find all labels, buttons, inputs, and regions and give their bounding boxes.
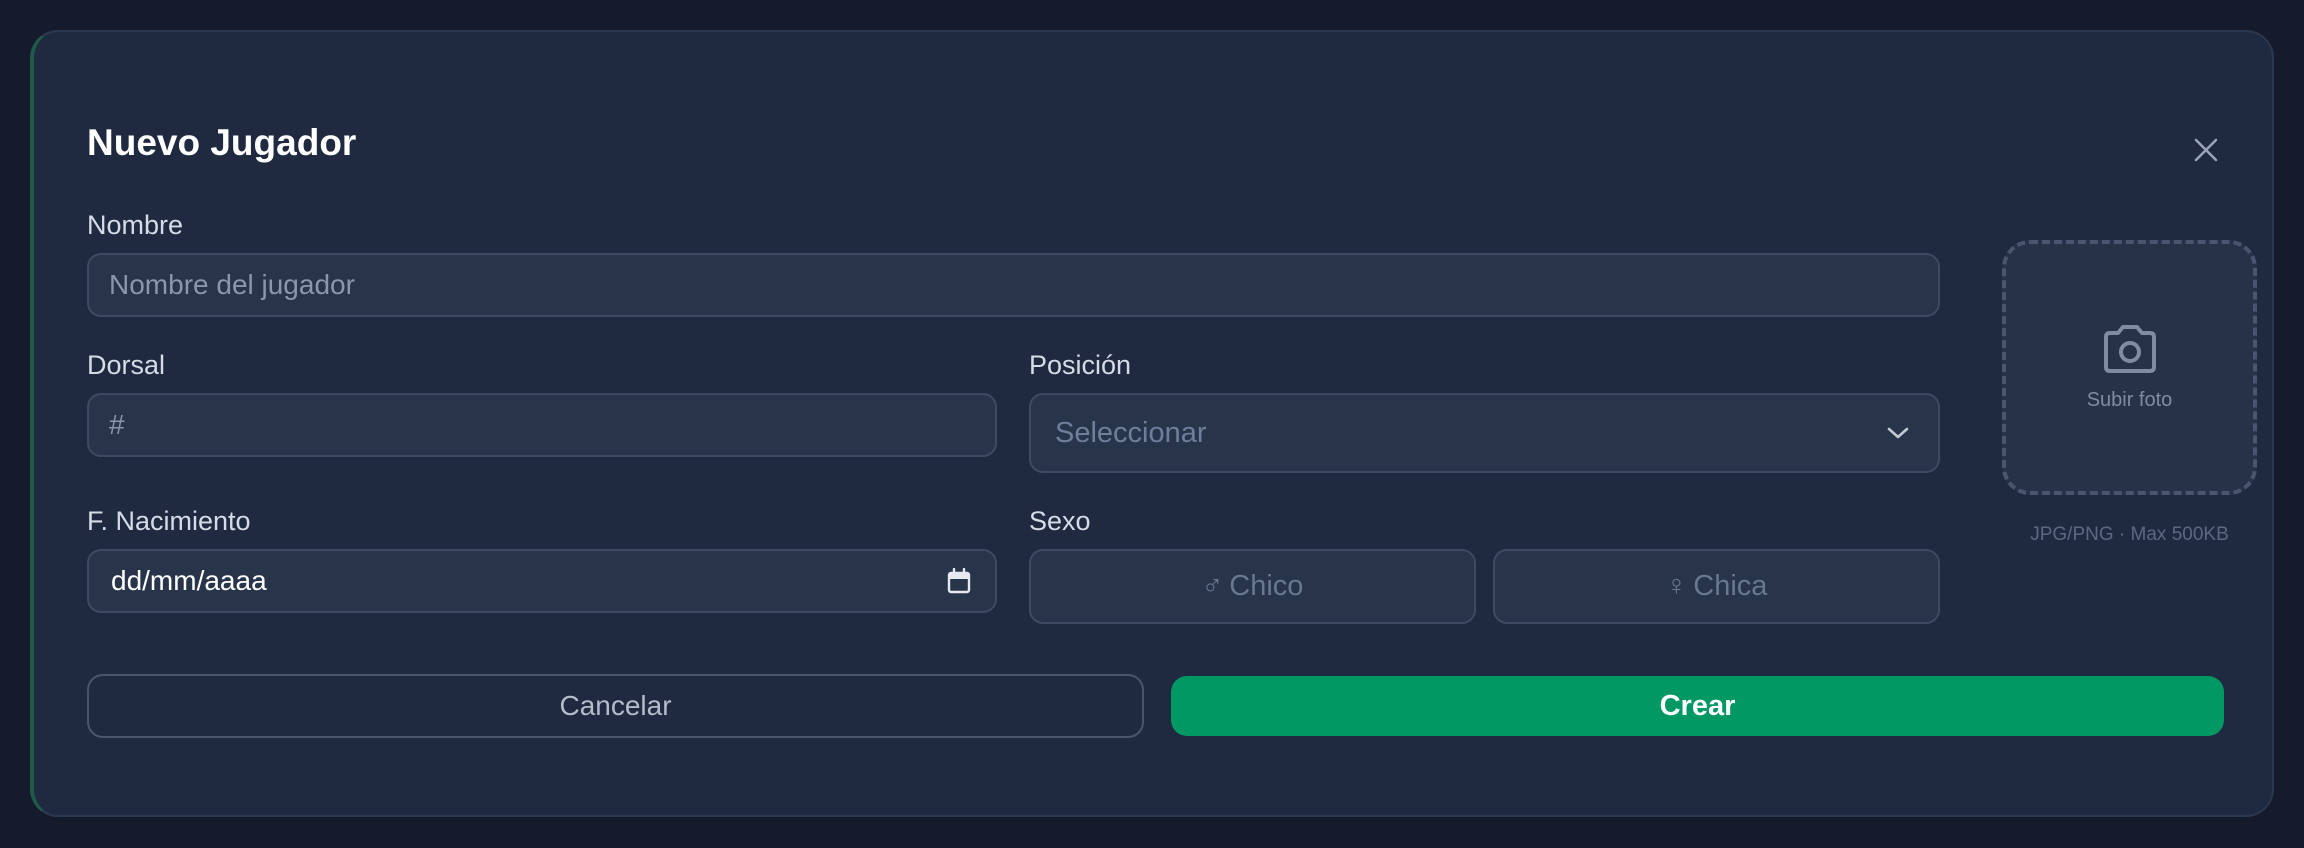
position-select[interactable]: Seleccionar [1029, 393, 1940, 473]
new-player-dialog: Nuevo Jugador Nombre Nombre del jugador … [30, 30, 2274, 817]
create-button[interactable]: Crear [1171, 676, 2224, 736]
camera-icon [2103, 325, 2156, 373]
cancel-button[interactable]: Cancelar [87, 674, 1144, 738]
calendar-icon[interactable] [947, 568, 971, 594]
sex-label: Sexo [1029, 506, 1091, 536]
dorsal-input[interactable]: # [87, 393, 997, 457]
birthdate-value: dd/mm/aaaa [111, 565, 267, 596]
male-icon: ♂ [1201, 570, 1224, 602]
name-placeholder: Nombre del jugador [109, 269, 355, 300]
position-selected-value: Seleccionar [1055, 416, 1207, 449]
birthdate-input[interactable]: dd/mm/aaaa [87, 549, 997, 613]
birthdate-label: F. Nacimiento [87, 506, 251, 536]
sex-option-male-label: Chico [1229, 570, 1304, 602]
photo-upload-dropzone[interactable]: Subir foto [2002, 240, 2257, 495]
photo-upload-label: Subir foto [2086, 389, 2173, 411]
female-icon: ♀ [1665, 570, 1688, 602]
sex-option-female-button[interactable]: ♀ Chica [1493, 549, 1940, 624]
position-label: Posición [1029, 350, 1132, 380]
close-button[interactable] [2186, 130, 2226, 170]
sex-option-male-button[interactable]: ♂ Chico [1029, 549, 1476, 624]
close-icon [2194, 138, 2218, 162]
sex-option-female-label: Chica [1693, 570, 1768, 602]
name-input[interactable]: Nombre del jugador [87, 253, 1940, 317]
name-label: Nombre [87, 210, 184, 240]
photo-upload-hint: JPG/PNG · Max 500KB [2030, 524, 2229, 545]
dorsal-label: Dorsal [87, 350, 166, 380]
dialog-title: Nuevo Jugador [87, 122, 357, 163]
chevron-down-icon [1887, 427, 1909, 439]
dorsal-placeholder: # [109, 409, 125, 440]
